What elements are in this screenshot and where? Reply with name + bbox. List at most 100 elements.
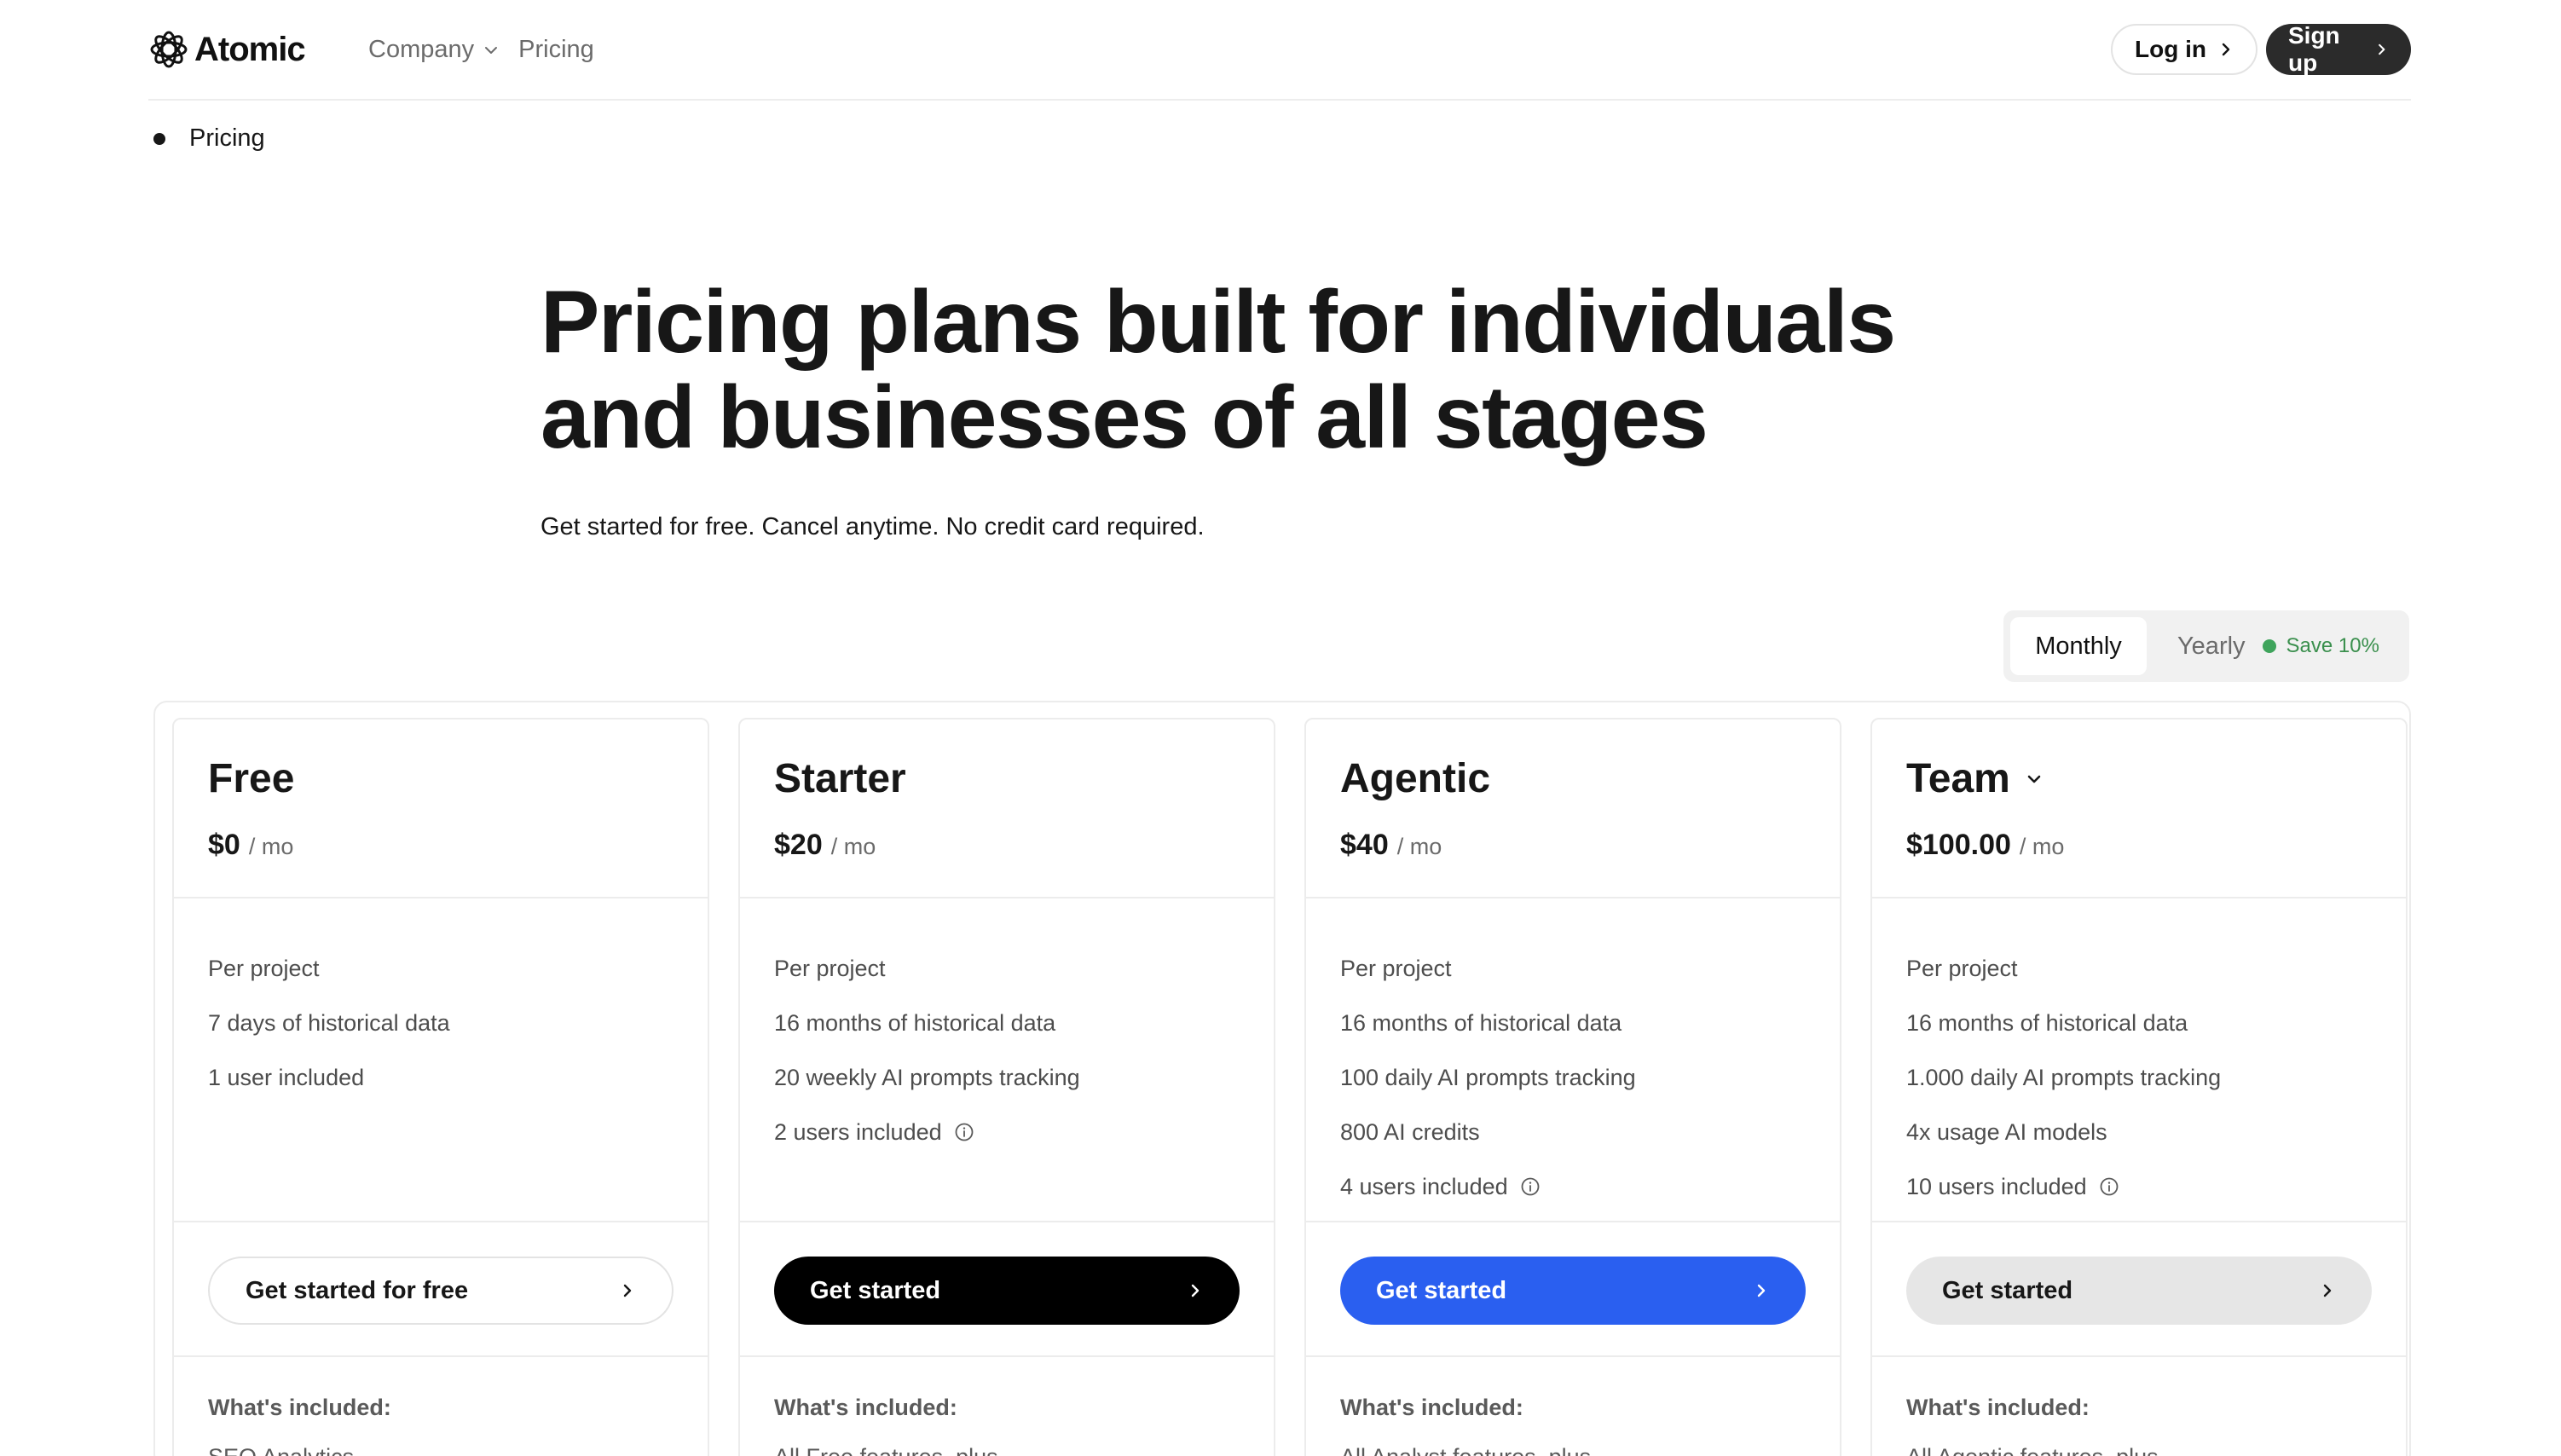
plan-card-team: Team $100.00 / mo Per project 16 months … (1870, 718, 2408, 1456)
plan-features: Per project 16 months of historical data… (1340, 941, 1636, 1214)
plan-feature-label: 800 AI credits (1340, 1118, 1480, 1145)
plan-name-label: Starter (774, 756, 906, 801)
plan-feature-label: 100 daily AI prompts tracking (1340, 1064, 1636, 1090)
plan-feature: 16 months of historical data (774, 996, 1080, 1050)
plan-feature: 800 AI credits (1340, 1105, 1636, 1159)
plan-feature: 4 users included (1340, 1159, 1636, 1214)
plan-name-label: Team (1906, 756, 2010, 801)
plan-card-header: Free $0 / mo (174, 719, 708, 898)
chevron-right-icon (1191, 1284, 1200, 1297)
plan-cta-section: Get started (1306, 1221, 1840, 1357)
nav-company-label: Company (368, 36, 475, 63)
plan-feature: 1 user included (208, 1050, 450, 1105)
plan-feature: 10 users included (1906, 1159, 2221, 1214)
chevron-down-icon (485, 46, 498, 54)
pricing-page: Atomic Company Pricing Log in Sign up Pr… (0, 0, 2561, 1456)
chevron-right-icon (2323, 1284, 2332, 1297)
plan-features: Per project 7 days of historical data 1 … (208, 941, 450, 1105)
plan-feature: 4x usage AI models (1906, 1105, 2221, 1159)
nav-pricing-label: Pricing (518, 36, 594, 63)
plan-feature-label: 16 months of historical data (1340, 1009, 1622, 1036)
included-title: What's included: (1906, 1395, 2090, 1420)
plan-cta-section: Get started (740, 1221, 1274, 1357)
login-button[interactable]: Log in (2111, 24, 2257, 75)
atomic-logo-icon (150, 31, 188, 68)
page-title: Pricing plans built for individuals and … (541, 274, 1990, 465)
signup-button[interactable]: Sign up (2266, 22, 2411, 76)
plan-feature: Per project (1906, 941, 2221, 996)
included-item: All Analyst features, plus (1340, 1444, 1591, 1456)
plan-feature: 16 months of historical data (1906, 996, 2221, 1050)
plan-price-period: / mo (248, 834, 294, 859)
plan-price-amount: $0 (208, 829, 240, 861)
plan-name: Agentic (1340, 755, 1490, 802)
plan-feature-label: 7 days of historical data (208, 1009, 450, 1036)
plan-cta-section: Get started for free (174, 1221, 708, 1357)
plan-features: Per project 16 months of historical data… (774, 941, 1080, 1159)
info-icon[interactable] (1520, 1176, 1541, 1197)
plan-feature-label: 16 months of historical data (1906, 1009, 2188, 1036)
plan-name-label: Agentic (1340, 756, 1491, 801)
plan-card-agentic: Agentic $40 / mo Per project 16 months o… (1304, 718, 1841, 1456)
nav-company[interactable]: Company (368, 36, 500, 64)
plan-card-starter: Starter $20 / mo Per project 16 months o… (738, 718, 1275, 1456)
info-icon[interactable] (954, 1122, 974, 1142)
plan-feature-label: 20 weekly AI prompts tracking (774, 1064, 1080, 1090)
plan-feature: Per project (774, 941, 1080, 996)
plan-feature-label: 4x usage AI models (1906, 1118, 2107, 1145)
plan-price-period: / mo (1396, 834, 1442, 859)
plan-card-header: Agentic $40 / mo (1306, 719, 1840, 898)
plan-price-amount: $40 (1340, 829, 1389, 861)
included-item: All Agentic features, plus (1906, 1444, 2159, 1456)
plan-feature: 2 users included (774, 1105, 1080, 1159)
nav-pricing[interactable]: Pricing (518, 36, 594, 64)
included-title: What's included: (774, 1395, 957, 1420)
plan-price-amount: $100.00 (1906, 829, 2011, 861)
save-dot-icon (2262, 639, 2276, 653)
main-nav: Company Pricing (368, 36, 594, 64)
plan-features: Per project 16 months of historical data… (1906, 941, 2221, 1214)
plan-name-label: Free (208, 756, 295, 801)
chevron-right-icon (2379, 43, 2385, 55)
plan-price-period: / mo (830, 834, 876, 859)
plan-feature: 1.000 daily AI prompts tracking (1906, 1050, 2221, 1105)
plan-feature-label: Per project (1906, 955, 2018, 981)
chevron-down-icon (2027, 775, 2041, 783)
plan-feature: Per project (1340, 941, 1636, 996)
plan-feature-label: 10 users included (1906, 1173, 2087, 1199)
plan-feature: 7 days of historical data (208, 996, 450, 1050)
plan-price: $100.00 / mo (1906, 829, 2064, 862)
get-started-starter-button[interactable]: Get started (774, 1257, 1240, 1325)
page-title-line-1: Pricing plans built for individuals (541, 273, 1896, 372)
plan-name: Starter (774, 755, 906, 802)
plan-card-free: Free $0 / mo Per project 7 days of histo… (172, 718, 709, 1456)
cta-label: Get started (1942, 1276, 2073, 1304)
plan-feature: 20 weekly AI prompts tracking (774, 1050, 1080, 1105)
chevron-right-icon (1757, 1284, 1766, 1297)
plan-name: Free (208, 755, 294, 802)
plan-feature: Per project (208, 941, 450, 996)
save-badge: Save 10% (2286, 634, 2379, 657)
plan-feature-label: Per project (774, 955, 886, 981)
cta-label: Get started (1376, 1276, 1507, 1304)
plan-feature-label: 1.000 daily AI prompts tracking (1906, 1064, 2222, 1090)
plan-feature: 16 months of historical data (1340, 996, 1636, 1050)
get-started-free-button[interactable]: Get started for free (208, 1257, 673, 1325)
top-navbar: Atomic Company Pricing Log in Sign up (148, 0, 2411, 101)
billing-monthly-option[interactable]: Monthly (2010, 617, 2147, 675)
info-icon[interactable] (2099, 1176, 2119, 1197)
get-started-agentic-button[interactable]: Get started (1340, 1257, 1806, 1325)
breadcrumb-dot-icon (153, 132, 165, 145)
plan-price-period: / mo (2019, 834, 2065, 859)
get-started-team-button[interactable]: Get started (1906, 1257, 2372, 1325)
page-title-line-2: and businesses of all stages (541, 368, 1708, 467)
logo[interactable]: Atomic (148, 27, 306, 72)
plan-feature: 100 daily AI prompts tracking (1340, 1050, 1636, 1105)
chevron-right-icon (2222, 43, 2230, 56)
plan-price: $40 / mo (1340, 829, 1442, 862)
page-subtitle: Get started for free. Cancel anytime. No… (541, 513, 1205, 540)
plan-name-dropdown[interactable]: Team (1906, 755, 2043, 802)
billing-yearly-option[interactable]: Yearly Save 10% (2177, 610, 2379, 682)
plan-feature-label: 4 users included (1340, 1173, 1508, 1199)
plan-feature-label: 1 user included (208, 1064, 365, 1090)
